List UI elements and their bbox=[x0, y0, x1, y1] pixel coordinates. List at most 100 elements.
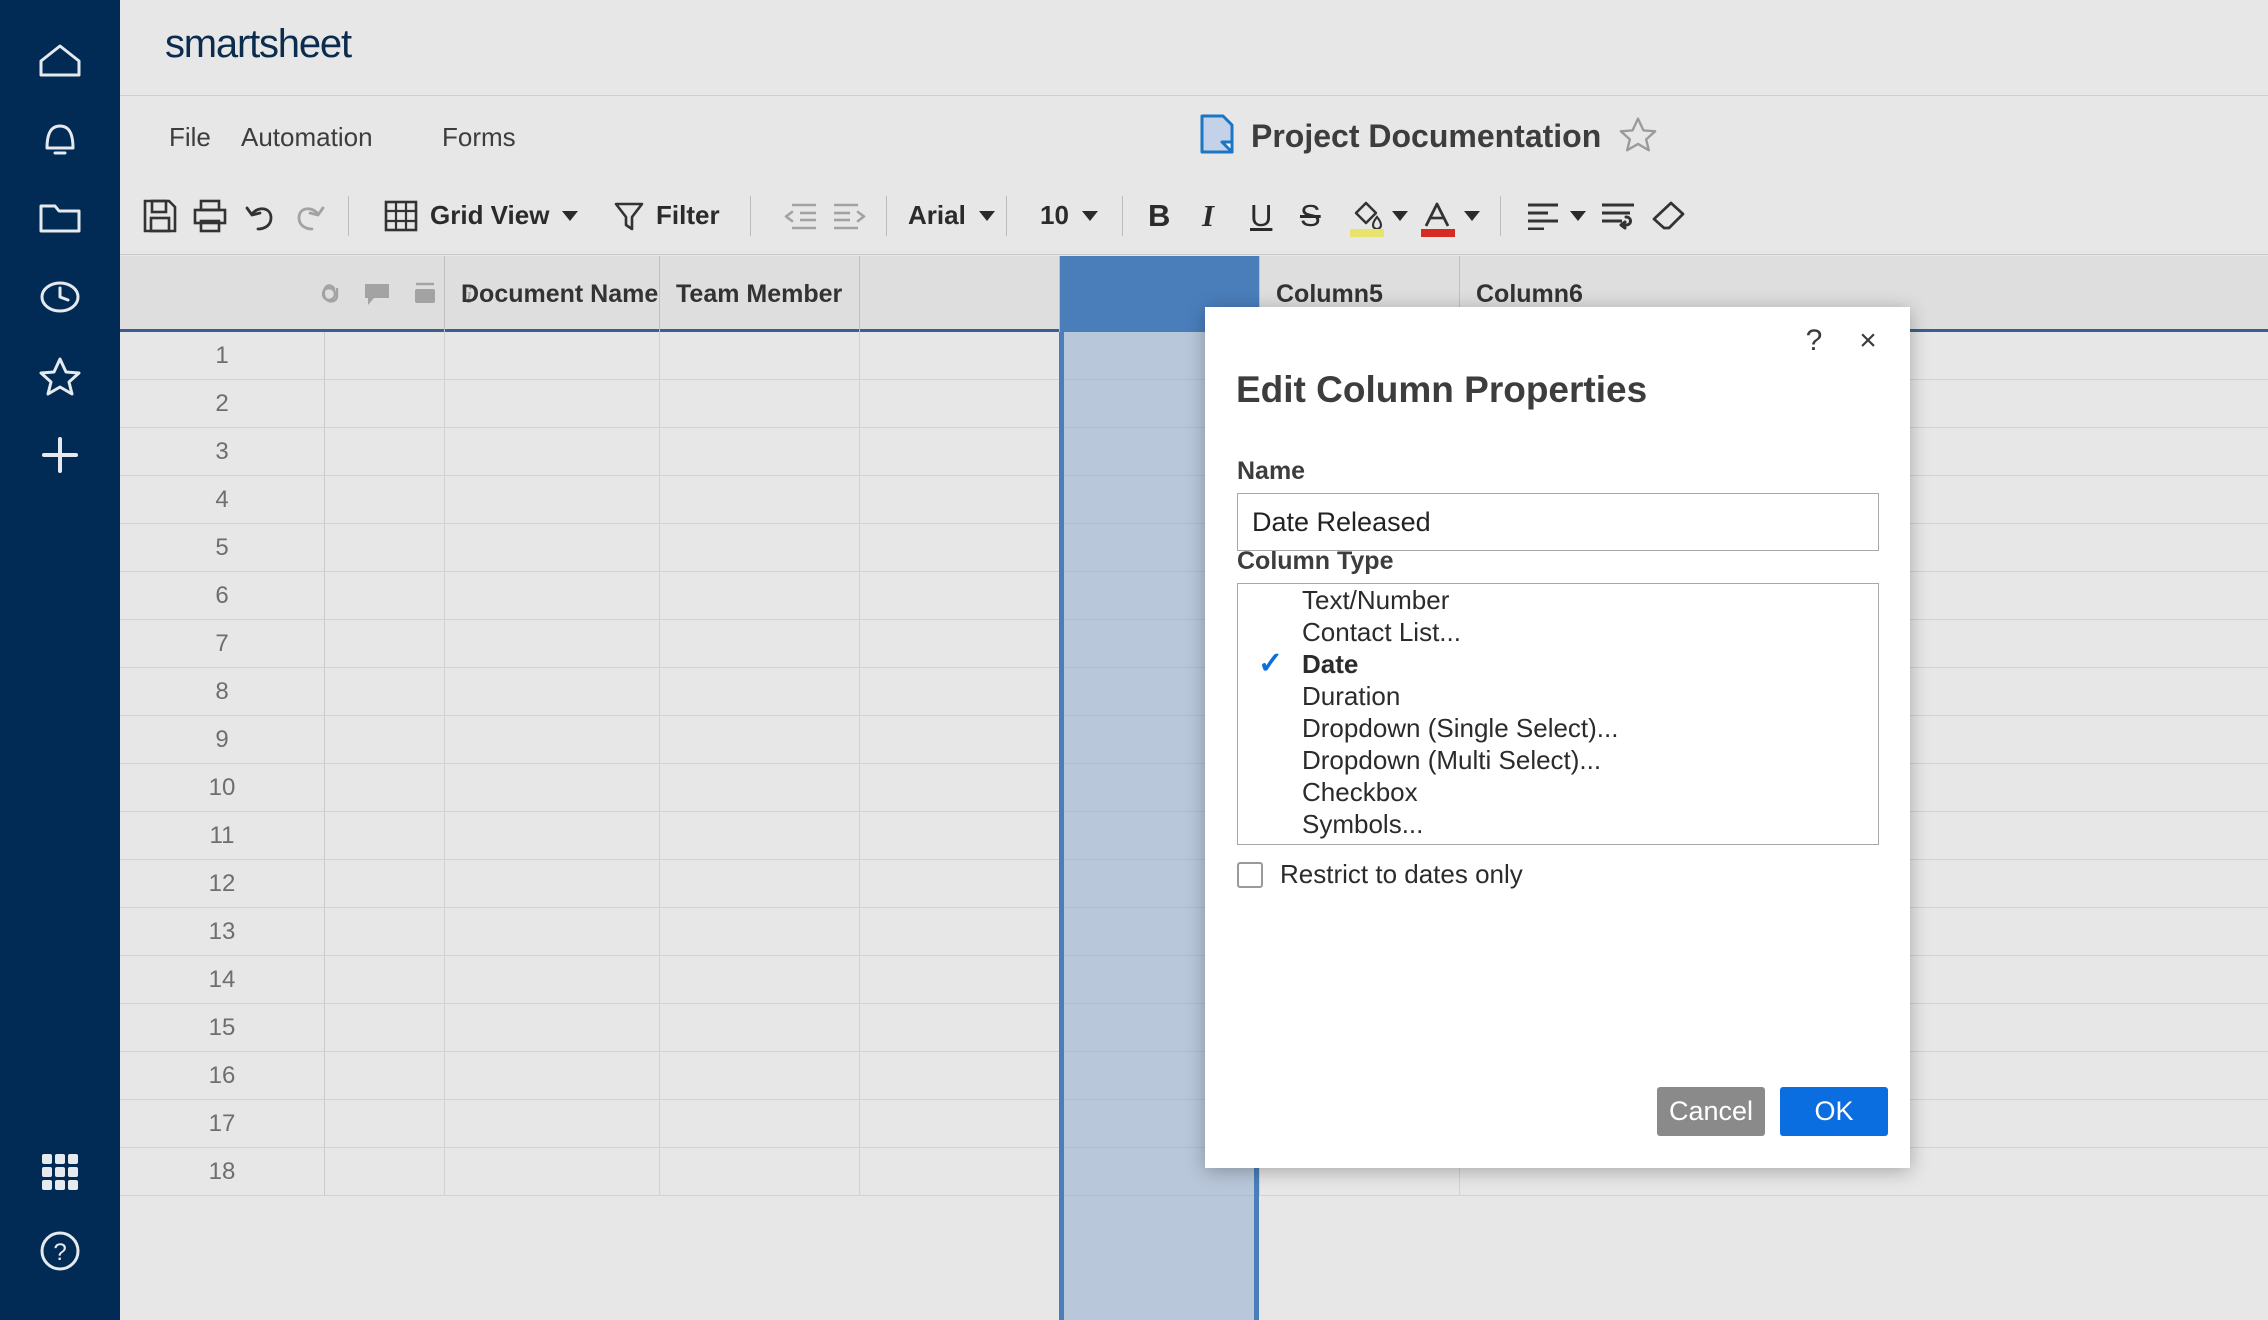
sheet-grid: i Document Name Team Member Column5 Column6… bbox=[120, 256, 2268, 1320]
table-row[interactable]: 2 bbox=[120, 380, 2268, 428]
table-row[interactable]: 10 bbox=[120, 764, 2268, 812]
table-row[interactable]: 7 bbox=[120, 620, 2268, 668]
table-row[interactable]: 18 bbox=[120, 1148, 2268, 1196]
sidebar-item-favorites[interactable] bbox=[0, 336, 120, 415]
menu-file[interactable]: File bbox=[169, 122, 211, 153]
table-row[interactable]: 17 bbox=[120, 1100, 2268, 1148]
column-header[interactable] bbox=[859, 256, 1059, 332]
sidebar-item-apps[interactable] bbox=[0, 1132, 120, 1211]
save-button[interactable] bbox=[142, 176, 178, 255]
grid-view-dropdown[interactable]: Grid View bbox=[384, 176, 579, 255]
cell-divider bbox=[859, 380, 860, 427]
cancel-button[interactable]: Cancel bbox=[1657, 1087, 1765, 1136]
fill-color-dropdown[interactable] bbox=[1392, 176, 1408, 255]
formatting-toolbar: Grid View Filter Arial 10 B I U S bbox=[120, 176, 2268, 255]
column-type-option[interactable]: Checkbox bbox=[1238, 776, 1878, 808]
table-row[interactable]: 11 bbox=[120, 812, 2268, 860]
column-type-label: Column Type bbox=[1237, 547, 1394, 575]
sidebar-item-home[interactable] bbox=[0, 20, 120, 99]
column-type-option[interactable]: Contact List... bbox=[1238, 616, 1878, 648]
sidebar-item-notifications[interactable] bbox=[0, 99, 120, 178]
table-row[interactable]: 13 bbox=[120, 908, 2268, 956]
column-type-list[interactable]: Text/Number Contact List... ✓ Date Duration D… bbox=[1237, 583, 1879, 845]
text-color-dropdown[interactable] bbox=[1464, 176, 1480, 255]
column-type-option-label: Dropdown (Multi Select)... bbox=[1302, 744, 1602, 775]
clear-formatting-button[interactable] bbox=[1652, 176, 1686, 255]
cell-divider bbox=[859, 1100, 860, 1147]
redo-button[interactable] bbox=[292, 176, 328, 255]
row-number: 8 bbox=[120, 668, 325, 716]
menu-automation[interactable]: Automation bbox=[241, 122, 373, 153]
text-color-button[interactable] bbox=[1420, 176, 1460, 255]
help-icon[interactable]: ? bbox=[1797, 324, 1831, 358]
column-type-option[interactable]: Dropdown (Single Select)... bbox=[1238, 712, 1878, 744]
font-family-dropdown[interactable]: Arial bbox=[908, 176, 995, 255]
align-button[interactable] bbox=[1526, 176, 1560, 255]
ok-button[interactable]: OK bbox=[1780, 1087, 1888, 1136]
underline-button[interactable]: U bbox=[1250, 176, 1272, 255]
sidebar-item-help[interactable]: ? bbox=[0, 1211, 120, 1290]
table-row[interactable]: 1 bbox=[120, 332, 2268, 380]
column-type-option[interactable]: Text/Number bbox=[1238, 584, 1878, 616]
column-type-option[interactable]: Duration bbox=[1238, 680, 1878, 712]
align-dropdown[interactable] bbox=[1570, 176, 1586, 255]
cell-divider bbox=[859, 716, 860, 763]
close-icon[interactable]: × bbox=[1851, 324, 1885, 358]
cell-divider bbox=[859, 812, 860, 859]
restrict-to-dates-checkbox[interactable] bbox=[1237, 861, 1263, 888]
column-type-option[interactable]: Dropdown (Multi Select)... bbox=[1238, 744, 1878, 776]
table-row[interactable]: 16 bbox=[120, 1052, 2268, 1100]
column-header[interactable]: Team Member bbox=[659, 256, 859, 332]
undo-button[interactable] bbox=[242, 176, 278, 255]
bold-button[interactable]: B bbox=[1148, 176, 1170, 255]
table-row[interactable]: 4 bbox=[120, 476, 2268, 524]
print-button[interactable] bbox=[192, 176, 228, 255]
column-header[interactable]: Document Name bbox=[444, 256, 659, 332]
row-number: 9 bbox=[120, 716, 325, 764]
table-row[interactable]: 9 bbox=[120, 716, 2268, 764]
cell-divider bbox=[444, 1148, 445, 1195]
cell-divider bbox=[1059, 908, 1060, 955]
table-row[interactable]: 14 bbox=[120, 956, 2268, 1004]
smartsheet-logo[interactable]: smartsheet bbox=[165, 22, 352, 67]
column-type-option[interactable]: ✓ Date bbox=[1238, 648, 1878, 680]
table-row[interactable]: 5 bbox=[120, 524, 2268, 572]
comment-icon[interactable] bbox=[363, 281, 391, 312]
strikethrough-button[interactable]: S bbox=[1300, 176, 1321, 255]
toolbar-divider bbox=[886, 196, 887, 236]
table-row[interactable]: 15 bbox=[120, 1004, 2268, 1052]
filter-icon bbox=[614, 202, 644, 230]
column-type-option[interactable]: Symbols... bbox=[1238, 808, 1878, 840]
filter-button[interactable]: Filter bbox=[614, 176, 720, 255]
cell-divider bbox=[659, 1052, 660, 1099]
table-row[interactable]: 8 bbox=[120, 668, 2268, 716]
cell-divider bbox=[444, 716, 445, 763]
table-row[interactable]: 12 bbox=[120, 860, 2268, 908]
cell-divider bbox=[659, 380, 660, 427]
indent-button[interactable] bbox=[832, 176, 868, 255]
restrict-to-dates-row[interactable]: Restrict to dates only bbox=[1237, 859, 1523, 890]
cell-divider bbox=[659, 860, 660, 907]
sidebar-item-create[interactable] bbox=[0, 415, 120, 494]
proof-icon[interactable] bbox=[411, 281, 439, 312]
row-number: 1 bbox=[120, 332, 325, 380]
wrap-text-button[interactable] bbox=[1600, 176, 1636, 255]
sidebar-item-browse[interactable] bbox=[0, 178, 120, 257]
grid-view-label: Grid View bbox=[430, 200, 550, 230]
row-number: 12 bbox=[120, 860, 325, 908]
table-row[interactable]: 3 bbox=[120, 428, 2268, 476]
table-row[interactable]: 6 bbox=[120, 572, 2268, 620]
italic-button[interactable]: I bbox=[1202, 176, 1214, 255]
attachment-icon[interactable] bbox=[315, 280, 343, 313]
redo-icon bbox=[297, 206, 325, 230]
outdent-button[interactable] bbox=[782, 176, 818, 255]
cell-divider bbox=[659, 332, 660, 379]
column-name-input[interactable] bbox=[1237, 493, 1879, 551]
sidebar-item-recents[interactable] bbox=[0, 257, 120, 336]
fill-color-button[interactable] bbox=[1348, 176, 1388, 255]
menu-forms[interactable]: Forms bbox=[442, 122, 516, 153]
font-size-dropdown[interactable]: 10 bbox=[1040, 176, 1098, 255]
grid-header-row: i Document Name Team Member Column5 Column6 bbox=[120, 256, 2268, 332]
favorite-star-icon[interactable] bbox=[1618, 115, 1658, 158]
cell-divider bbox=[444, 764, 445, 811]
